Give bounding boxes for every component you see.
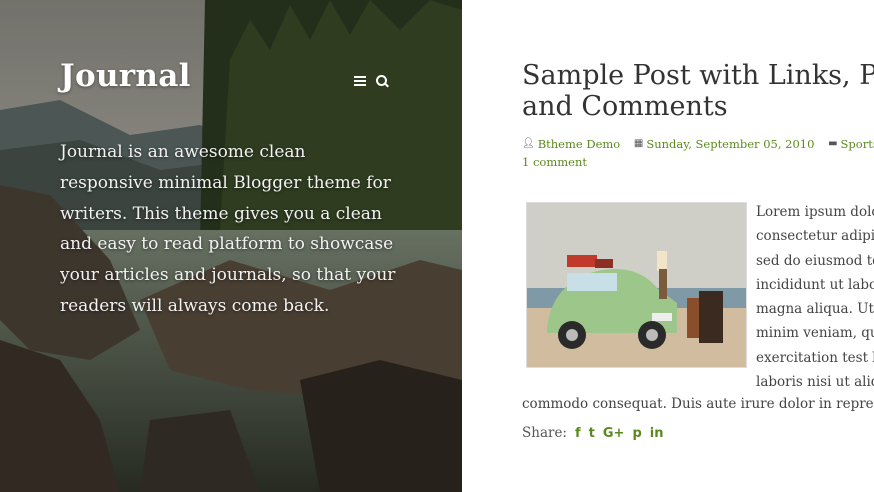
- blog-title[interactable]: Journal: [60, 58, 191, 94]
- body-line: minim veniam, qu: [756, 325, 874, 342]
- body-line: laboris nisi ut aliq: [756, 374, 874, 391]
- vintage-car-photo: [527, 203, 746, 367]
- search-icon[interactable]: [376, 75, 389, 88]
- post-body-text: Lorem ipsum dolo consectetur adipis sed …: [756, 200, 874, 394]
- post-comments-link[interactable]: 1 comment: [522, 155, 587, 169]
- post-title-line-1[interactable]: Sample Post with Links, Parag: [522, 60, 874, 91]
- post-image: [526, 202, 747, 368]
- blog-description: Journal is an awesome clean responsive m…: [60, 142, 396, 316]
- folder-icon: ▬: [828, 138, 838, 149]
- body-line-full: commodo consequat. Duis aute irure dolor…: [522, 396, 874, 412]
- post-article: Sample Post with Links, Parag and Commen…: [522, 0, 874, 492]
- google-plus-icon[interactable]: G+: [603, 426, 625, 441]
- share-bar: Share: f t G+ p in: [522, 425, 663, 441]
- body-line: sed do eiusmod te: [756, 252, 874, 269]
- hero-panel: Journal Journal is an awesome clean resp…: [0, 0, 462, 492]
- post-labels[interactable]: Sports, Web De: [841, 137, 874, 151]
- post-title-line-2[interactable]: and Comments: [522, 91, 874, 122]
- facebook-icon[interactable]: f: [575, 426, 581, 441]
- calendar-icon: ▦: [633, 138, 644, 149]
- pinterest-icon[interactable]: p: [632, 426, 641, 441]
- header-icons: [354, 75, 389, 88]
- linkedin-icon[interactable]: in: [650, 426, 664, 441]
- twitter-icon[interactable]: t: [589, 426, 595, 441]
- post-title[interactable]: Sample Post with Links, Parag and Commen…: [522, 60, 874, 122]
- user-icon: 👤︎: [522, 138, 535, 149]
- post-meta: 👤︎ Btheme Demo ▦ Sunday, September 05, 2…: [522, 135, 874, 151]
- body-line: exercitation test l: [756, 349, 874, 366]
- body-line: Lorem ipsum dolo: [756, 204, 874, 220]
- share-label: Share:: [522, 425, 567, 441]
- post-author[interactable]: Btheme Demo: [538, 137, 621, 151]
- body-line: incididunt ut labo: [756, 276, 874, 293]
- body-line: consectetur adipis: [756, 228, 874, 245]
- menu-icon[interactable]: [354, 76, 366, 86]
- body-line: magna aliqua. Ut e: [756, 301, 874, 318]
- post-date[interactable]: Sunday, September 05, 2010: [646, 137, 814, 151]
